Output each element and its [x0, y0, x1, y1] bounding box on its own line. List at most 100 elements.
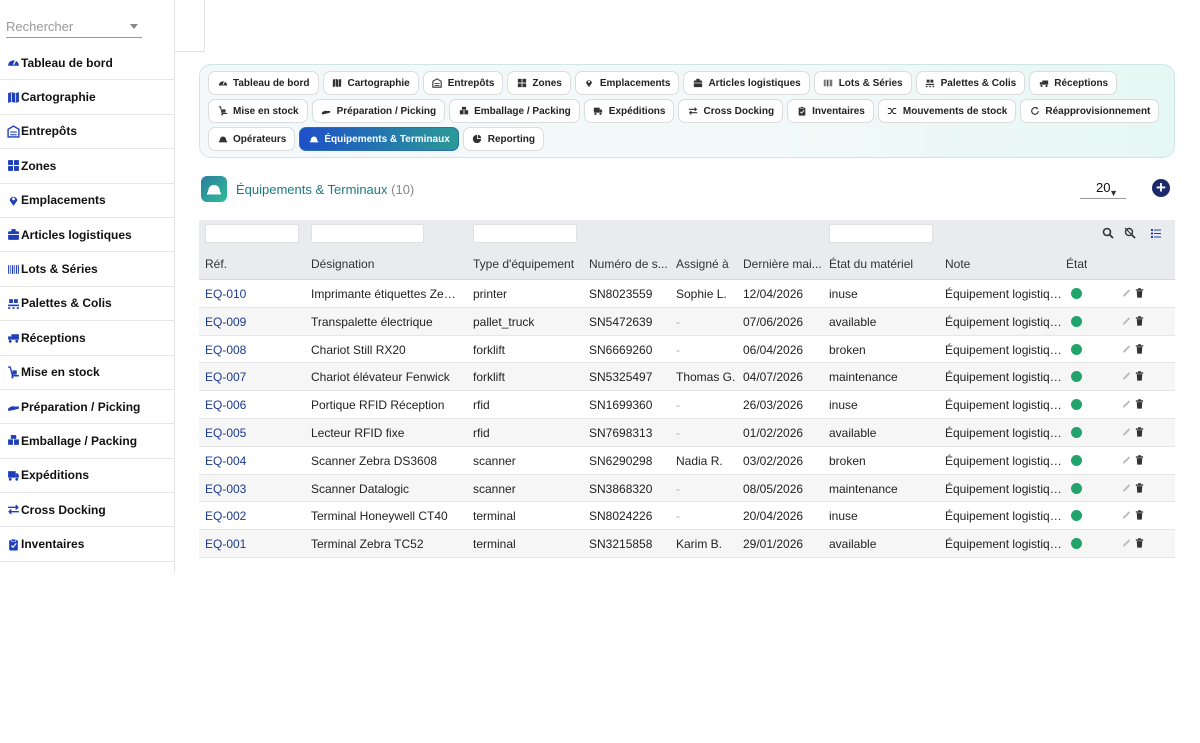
- tab-lots-series[interactable]: Lots & Séries: [813, 71, 912, 95]
- tab-reapprovisionnement[interactable]: Réapprovisionnement: [1020, 99, 1160, 123]
- edit-icon[interactable]: [1121, 537, 1132, 549]
- page-size-select[interactable]: 20 ▼: [1080, 179, 1126, 199]
- ref-link[interactable]: EQ-004: [205, 454, 246, 468]
- tab-inventaires[interactable]: Inventaires: [787, 99, 874, 123]
- edit-icon[interactable]: [1121, 343, 1132, 355]
- column-header-type-d-equipement[interactable]: Type d'équipement: [473, 257, 574, 271]
- delete-icon[interactable]: [1134, 370, 1145, 382]
- table-row[interactable]: EQ-001 Terminal Zebra TC52 terminal SN32158…: [199, 530, 1175, 558]
- table-row[interactable]: EQ-005 Lecteur RFID fixe rfid SN7698313 - 01/…: [199, 418, 1175, 447]
- sidebar-item-entrepots[interactable]: Entrepôts: [0, 115, 174, 150]
- sidebar-item-receptions[interactable]: Réceptions: [0, 321, 174, 356]
- tab-palettes-colis[interactable]: Palettes & Colis: [915, 71, 1026, 95]
- delete-icon[interactable]: [1134, 343, 1145, 355]
- tab-expeditions[interactable]: Expéditions: [583, 99, 675, 123]
- sidebar-item-expeditions[interactable]: Expéditions: [0, 459, 174, 494]
- sidebar-item-emplacements[interactable]: Emplacements: [0, 184, 174, 218]
- column-header-assigne-a[interactable]: Assigné à: [676, 257, 729, 271]
- table-row[interactable]: EQ-010 Imprimante étiquettes Zebra... prin…: [199, 280, 1175, 308]
- filter-type-input[interactable]: [473, 224, 577, 243]
- sidebar-item-zones[interactable]: Zones: [0, 149, 174, 184]
- ref-link[interactable]: EQ-009: [205, 315, 246, 329]
- ref-link[interactable]: EQ-005: [205, 426, 246, 440]
- tab-zones[interactable]: Zones: [507, 71, 571, 95]
- tab-cartographie[interactable]: Cartographie: [322, 71, 419, 95]
- table-row[interactable]: EQ-009 Transpalette électrique pallet_truc…: [199, 307, 1175, 336]
- edit-icon[interactable]: [1121, 315, 1132, 327]
- delete-icon[interactable]: [1134, 454, 1145, 466]
- columns-list-icon[interactable]: [1150, 227, 1162, 239]
- tab-entrepots[interactable]: Entrepôts: [422, 71, 504, 95]
- table-row[interactable]: EQ-004 Scanner Zebra DS3608 scanner SN62902…: [199, 447, 1175, 475]
- ref-link[interactable]: EQ-001: [205, 537, 246, 551]
- sidebar-item-lots-series[interactable]: Lots & Séries: [0, 252, 174, 287]
- delete-icon[interactable]: [1134, 482, 1145, 494]
- status-dot: [1071, 482, 1082, 494]
- table-row[interactable]: EQ-006 Portique RFID Réception rfid SN16993…: [199, 391, 1175, 419]
- filter-designation-input[interactable]: [311, 224, 424, 243]
- table-row[interactable]: EQ-007 Chariot élévateur Fenwick forklift S…: [199, 363, 1175, 392]
- delete-icon[interactable]: [1134, 398, 1145, 410]
- ref-link[interactable]: EQ-007: [205, 370, 246, 384]
- table-row[interactable]: EQ-002 Terminal Honeywell CT40 terminal SN8…: [199, 502, 1175, 531]
- ref-link[interactable]: EQ-010: [205, 287, 246, 301]
- sidebar-item-preparation-picking[interactable]: Préparation / Picking: [0, 390, 174, 425]
- delete-icon[interactable]: [1134, 315, 1145, 327]
- column-header-designation[interactable]: Désignation: [311, 257, 374, 271]
- clear-search-icon[interactable]: [1124, 227, 1136, 239]
- sidebar-item-cartographie[interactable]: Cartographie: [0, 80, 174, 115]
- tab-mise-en-stock[interactable]: Mise en stock: [208, 99, 308, 123]
- sidebar-item-inventaires[interactable]: Inventaires: [0, 527, 174, 562]
- edit-icon[interactable]: [1121, 426, 1132, 438]
- tab-reporting[interactable]: Reporting: [462, 127, 544, 151]
- edit-icon[interactable]: [1121, 398, 1132, 410]
- edit-icon[interactable]: [1121, 370, 1132, 382]
- edit-icon[interactable]: [1121, 287, 1132, 299]
- column-header-note[interactable]: Note: [945, 257, 970, 271]
- tab-preparation-picking[interactable]: Préparation / Picking: [311, 99, 446, 123]
- column-header-etat-du-materiel[interactable]: État du matériel: [829, 257, 913, 271]
- barcode-icon: [823, 78, 834, 89]
- delete-icon[interactable]: [1134, 537, 1145, 549]
- filter-etat-materiel-input[interactable]: [829, 224, 933, 243]
- edit-icon[interactable]: [1121, 509, 1132, 521]
- sidebar-item-articles-logistiques[interactable]: Articles logistiques: [0, 218, 174, 253]
- delete-icon[interactable]: [1134, 287, 1145, 299]
- ref-link[interactable]: EQ-002: [205, 509, 246, 523]
- delete-icon[interactable]: [1134, 509, 1145, 521]
- tab-tableau-de-bord[interactable]: Tableau de bord: [208, 71, 319, 95]
- sidebar-item-mise-en-stock[interactable]: Mise en stock: [0, 356, 174, 390]
- ref-link[interactable]: EQ-008: [205, 343, 246, 357]
- table-row[interactable]: EQ-003 Scanner Datalogic scanner SN3868320 -…: [199, 474, 1175, 503]
- add-button[interactable]: +: [1152, 179, 1170, 197]
- edit-icon[interactable]: [1121, 454, 1132, 466]
- tab-receptions[interactable]: Réceptions: [1029, 71, 1118, 95]
- column-header-ref[interactable]: Réf.: [205, 257, 227, 271]
- tab-equipements-terminaux[interactable]: Équipements & Terminaux: [299, 127, 459, 151]
- tab-mouvements-de-stock[interactable]: Mouvements de stock: [877, 99, 1017, 123]
- sidebar-search-select[interactable]: Rechercher: [6, 16, 142, 38]
- edit-icon[interactable]: [1121, 482, 1132, 494]
- sidebar-item-cross-docking[interactable]: Cross Docking: [0, 493, 174, 528]
- ref-link[interactable]: EQ-006: [205, 398, 246, 412]
- sidebar-item-emballage-packing[interactable]: Emballage / Packing: [0, 424, 174, 459]
- tab-articles-logistiques[interactable]: Articles logistiques: [683, 71, 810, 95]
- tab-operateurs[interactable]: Opérateurs: [208, 127, 296, 151]
- sidebar-item-label: Tableau de bord: [21, 55, 113, 70]
- tab-emplacements[interactable]: Emplacements: [574, 71, 680, 95]
- ref-link[interactable]: EQ-003: [205, 482, 246, 496]
- tab-cross-docking[interactable]: Cross Docking: [678, 99, 784, 123]
- column-header-numero-de-s[interactable]: Numéro de s...: [589, 257, 668, 271]
- search-icon[interactable]: [1102, 227, 1114, 239]
- sidebar-item-palettes-colis[interactable]: Palettes & Colis: [0, 287, 174, 322]
- filter-ref-input[interactable]: [205, 224, 299, 243]
- column-header-derniere-mai[interactable]: Dernière mai...: [743, 257, 822, 271]
- sidebar-item-tableau-de-bord[interactable]: Tableau de bord: [0, 46, 174, 81]
- table-cell: Équipement logistique: [945, 537, 1063, 552]
- column-header-etat[interactable]: État: [1066, 257, 1087, 271]
- tab-emballage-packing[interactable]: Emballage / Packing: [449, 99, 580, 123]
- delete-icon[interactable]: [1134, 426, 1145, 438]
- caret-down-icon[interactable]: [130, 24, 138, 29]
- sidebar-item-mouvements-de-stock[interactable]: Mouvements de stock: [0, 562, 174, 573]
- table-row[interactable]: EQ-008 Chariot Still RX20 forklift SN666926…: [199, 336, 1175, 364]
